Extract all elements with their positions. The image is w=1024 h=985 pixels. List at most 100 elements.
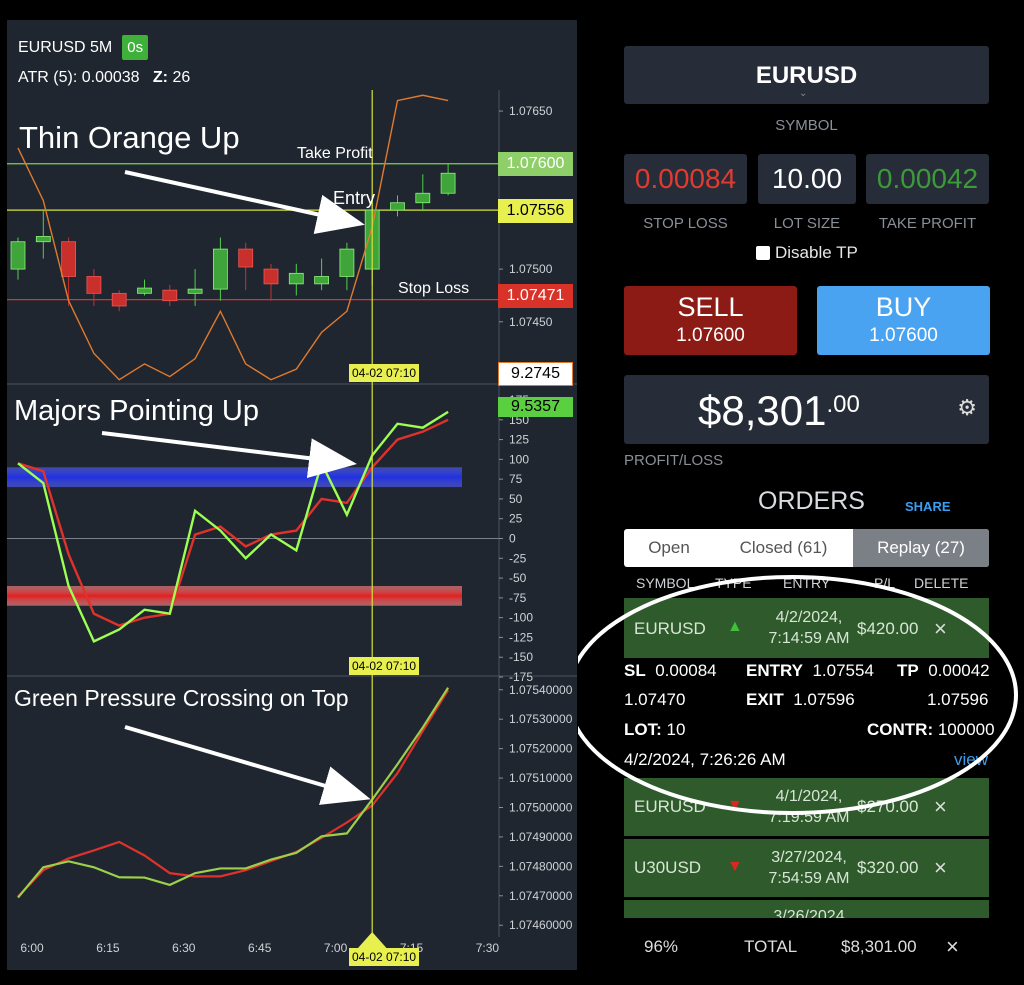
arrow-down-icon: ▼ bbox=[727, 797, 743, 814]
close-icon[interactable]: × bbox=[934, 616, 947, 642]
view-link[interactable]: view bbox=[954, 750, 988, 770]
annotation-thin-orange-up: Thin Orange Up bbox=[19, 120, 240, 155]
detail-exit-value: 1.07596 bbox=[793, 690, 855, 709]
symbol-caption: SYMBOL bbox=[775, 117, 838, 134]
order-row[interactable]: EURUSD ▼ 4/1/2024, 7:19:59 AM $270.00 × bbox=[624, 778, 989, 836]
close-icon[interactable]: × bbox=[946, 934, 959, 960]
stop-loss-label: Stop Loss bbox=[398, 280, 470, 297]
col-entry: ENTRY bbox=[783, 575, 831, 591]
price-tick-label: 1.07500 bbox=[509, 262, 553, 276]
symbol-selector[interactable]: EURUSD ⌄ bbox=[624, 46, 989, 104]
take-profit-field[interactable]: 0.00042 bbox=[866, 154, 989, 204]
osc-tick-label: -75 bbox=[509, 591, 527, 605]
upper-band bbox=[7, 467, 462, 488]
pl-cents: .00 bbox=[826, 391, 860, 418]
atr-label: ATR (5): bbox=[18, 69, 78, 86]
stop-loss-field[interactable]: 0.00084 bbox=[624, 154, 747, 204]
detail-lot-label: LOT: bbox=[624, 720, 662, 739]
buy-button[interactable]: BUY 1.07600 bbox=[817, 286, 990, 355]
annotation-arrow bbox=[124, 170, 365, 234]
trade-panel: EURUSD ⌄ SYMBOL 0.00084 10.00 0.00042 ST… bbox=[578, 0, 1024, 985]
chevron-down-icon: ⌄ bbox=[799, 88, 808, 99]
col-type: TYPE bbox=[715, 575, 752, 591]
order-row[interactable]: 3/26/2024 bbox=[624, 900, 989, 918]
indicator-value-a: 9.2745 bbox=[498, 362, 573, 386]
detail-lot-value: 10 bbox=[666, 720, 686, 739]
annotation-majors-pointing-up: Majors Pointing Up bbox=[14, 395, 259, 427]
col-symbol: SYMBOL bbox=[636, 575, 695, 591]
gear-icon[interactable]: ⚙ bbox=[957, 395, 977, 421]
pressure-tick-label: 1.07530000 bbox=[509, 712, 573, 726]
pressure-tick-label: 1.07510000 bbox=[509, 771, 573, 785]
osc-tick-label: 50 bbox=[509, 492, 523, 506]
osc-tick-label: 125 bbox=[509, 433, 529, 447]
candle-body bbox=[86, 276, 102, 294]
candle-body bbox=[187, 288, 203, 294]
osc-tick-label: -50 bbox=[509, 571, 527, 585]
detail-contr-value: 100000 bbox=[937, 720, 995, 739]
order-row[interactable]: EURUSD ▲ 4/2/2024, 7:14:59 AM $420.00 × bbox=[624, 598, 989, 658]
candle-body bbox=[162, 289, 178, 302]
green-major-line bbox=[17, 410, 449, 643]
lot-size-caption: LOT SIZE bbox=[773, 215, 841, 232]
indicator-value-b: 9.5357 bbox=[498, 397, 573, 417]
osc-tick-label: 0 bbox=[509, 532, 516, 546]
disable-tp-checkbox[interactable]: Disable TP bbox=[756, 243, 858, 263]
stop-loss-price-tag: 1.07471 bbox=[498, 284, 573, 308]
pressure-tick-label: 1.07470000 bbox=[509, 889, 573, 903]
order-row[interactable]: U30USD ▼ 3/27/2024, 7:54:59 AM $320.00 × bbox=[624, 839, 989, 897]
pressure-tick-label: 1.07460000 bbox=[509, 918, 573, 932]
order-pl: $320.00 bbox=[857, 858, 919, 877]
buy-label: BUY bbox=[875, 292, 932, 322]
checkbox-box[interactable] bbox=[756, 246, 770, 260]
entry-label: Entry bbox=[333, 188, 376, 208]
take-profit-caption: TAKE PROFIT bbox=[878, 215, 977, 232]
order-date: 4/1/2024, bbox=[775, 788, 843, 805]
osc-tick-label: 100 bbox=[509, 452, 529, 466]
order-symbol: EURUSD bbox=[634, 797, 706, 816]
disable-tp-label: Disable TP bbox=[775, 243, 858, 262]
detail-contr-label: CONTR: bbox=[867, 720, 934, 739]
tab-open[interactable]: Open bbox=[624, 529, 714, 567]
pressure-tick-label: 1.07520000 bbox=[509, 742, 573, 756]
osc-tick-label: 75 bbox=[509, 472, 523, 486]
candle-body bbox=[263, 268, 279, 285]
close-icon[interactable]: × bbox=[934, 794, 947, 820]
pressure-tick-label: 1.07540000 bbox=[509, 683, 573, 697]
arrow-up-icon: ▲ bbox=[727, 618, 743, 635]
pressure-tick-label: 1.07500000 bbox=[509, 801, 573, 815]
order-date: 4/2/2024, bbox=[775, 609, 843, 626]
detail-entry-value: 1.07554 bbox=[812, 661, 874, 680]
chart-canvas[interactable]: 1.076501.075001.074501751501251007550250… bbox=[7, 20, 577, 970]
candle-body bbox=[111, 292, 127, 307]
order-date: 3/26/2024 bbox=[773, 908, 845, 918]
candle-body bbox=[314, 276, 330, 285]
lot-size-field[interactable]: 10.00 bbox=[758, 154, 856, 204]
pressure-tick-label: 1.07480000 bbox=[509, 859, 573, 873]
detail-tp-value: 0.00042 bbox=[928, 661, 990, 680]
order-date: 3/27/2024, bbox=[771, 849, 847, 866]
orders-title: ORDERS bbox=[758, 487, 865, 515]
col-delete: DELETE bbox=[914, 575, 969, 591]
crosshair-time-bottom: 04-02 07:10 bbox=[349, 948, 420, 966]
footer-percent: 96% bbox=[644, 937, 679, 956]
tab-closed[interactable]: Closed (61) bbox=[714, 529, 853, 567]
chart-symbol-timeframe: EURUSD 5M bbox=[18, 38, 113, 56]
time-tick-label: 6:30 bbox=[172, 941, 196, 955]
col-pl: P/L bbox=[874, 575, 896, 591]
candle-body bbox=[390, 202, 405, 211]
order-time: 7:19:59 AM bbox=[768, 809, 850, 826]
candle-body bbox=[238, 248, 254, 268]
buy-price: 1.07600 bbox=[869, 325, 938, 346]
order-symbol: EURUSD bbox=[634, 619, 706, 638]
candle-body bbox=[137, 287, 152, 294]
close-icon[interactable]: × bbox=[934, 855, 947, 881]
time-tick-label: 7:00 bbox=[324, 941, 348, 955]
tab-replay[interactable]: Replay (27) bbox=[853, 529, 989, 567]
detail-closed-time: 4/2/2024, 7:26:26 AM bbox=[624, 750, 786, 769]
candle-body bbox=[10, 241, 26, 270]
sell-button[interactable]: SELL 1.07600 bbox=[624, 286, 797, 355]
chart-panel[interactable]: 1.076501.075001.074501751501251007550250… bbox=[7, 20, 577, 970]
order-time: 7:14:59 AM bbox=[768, 630, 850, 647]
share-link[interactable]: SHARE bbox=[905, 499, 951, 514]
